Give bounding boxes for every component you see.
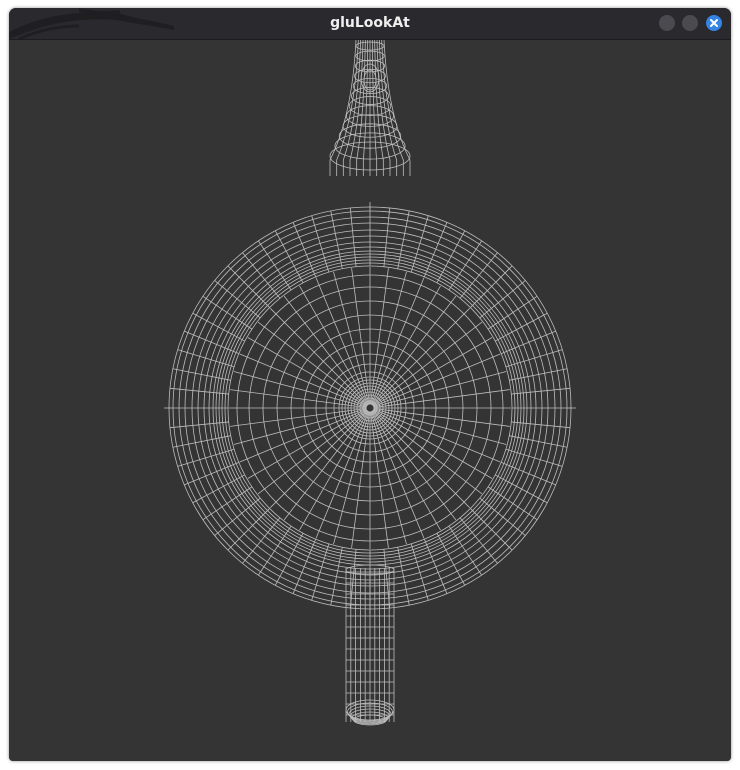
close-button[interactable]: [706, 15, 722, 31]
teapot-handle: [345, 564, 395, 726]
minimize-button[interactable]: [659, 15, 675, 31]
title-bar[interactable]: gluLookAt: [9, 8, 731, 40]
app-window: gluLookAt: [9, 8, 731, 761]
close-icon: [710, 19, 718, 27]
teapot-spout: [329, 40, 411, 176]
teapot-body: [164, 202, 576, 614]
gl-viewport[interactable]: [9, 40, 731, 761]
maximize-button[interactable]: [682, 15, 698, 31]
teapot-wireframe: [164, 40, 576, 726]
window-title: gluLookAt: [330, 15, 410, 31]
